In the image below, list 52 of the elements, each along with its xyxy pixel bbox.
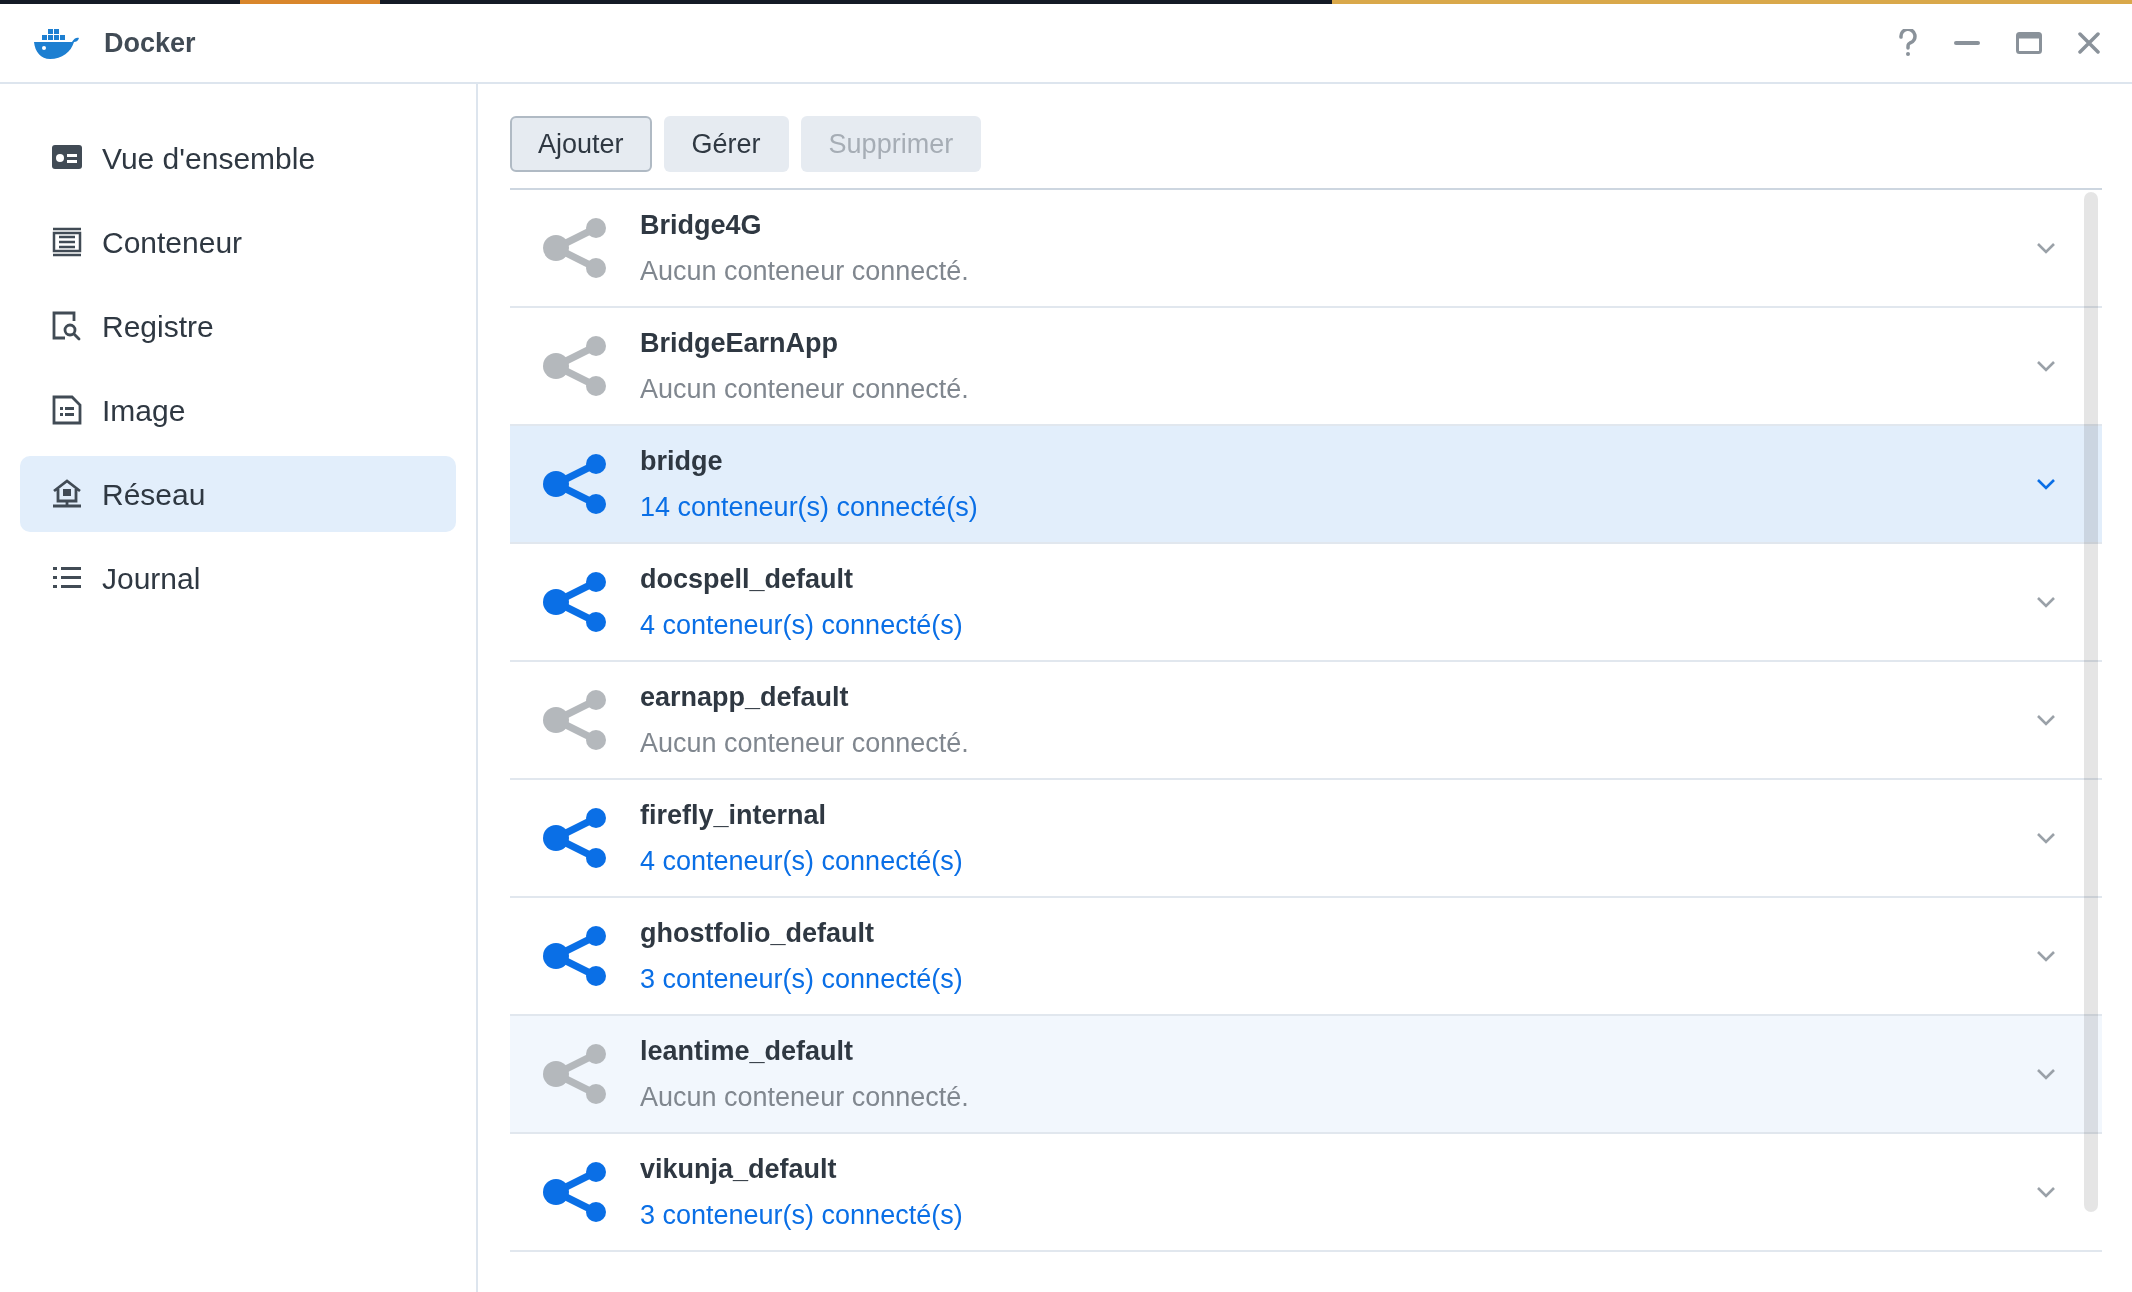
- network-name: Bridge4G: [640, 208, 762, 242]
- minimize-icon[interactable]: [1954, 41, 1980, 45]
- network-row[interactable]: firefly_internal 4 conteneur(s) connecté(s): [510, 780, 2102, 898]
- network-status: Aucun conteneur connecté.: [640, 727, 969, 760]
- sidebar-item[interactable]: Journal: [20, 540, 456, 616]
- network-name: vikunja_default: [640, 1152, 837, 1186]
- network-status: 4 conteneur(s) connecté(s): [640, 845, 963, 878]
- maximize-icon[interactable]: [2016, 32, 2042, 54]
- chevron-down-icon[interactable]: [2036, 360, 2056, 372]
- network-row[interactable]: bridge 14 conteneur(s) connecté(s): [510, 426, 2102, 544]
- network-name: docspell_default: [640, 562, 854, 596]
- network-status: Aucun conteneur connecté.: [640, 373, 969, 406]
- sidebar-item[interactable]: Image: [20, 372, 456, 448]
- chevron-down-icon[interactable]: [2036, 242, 2056, 254]
- chevron-down-icon[interactable]: [2036, 1068, 2056, 1080]
- list-panel-icon: [50, 226, 84, 258]
- network-row[interactable]: leantime_default Aucun conteneur connecté.: [510, 1016, 2102, 1134]
- sidebar-item[interactable]: Conteneur: [20, 204, 456, 280]
- network-row[interactable]: vikunja_default 3 conteneur(s) connecté(s): [510, 1134, 2102, 1252]
- chevron-down-icon[interactable]: [2036, 478, 2056, 490]
- chevron-down-icon[interactable]: [2036, 596, 2056, 608]
- network-status: Aucun conteneur connecté.: [640, 1081, 969, 1114]
- network-name: bridge: [640, 444, 723, 478]
- window-title: Docker: [104, 26, 196, 60]
- network-status: 3 conteneur(s) connecté(s): [640, 963, 963, 996]
- network-row[interactable]: earnapp_default Aucun conteneur connecté.: [510, 662, 2102, 780]
- network-name: BridgeEarnApp: [640, 326, 839, 360]
- chevron-down-icon[interactable]: [2036, 1186, 2056, 1198]
- chevron-down-icon[interactable]: [2036, 950, 2056, 962]
- scrollbar[interactable]: [2084, 192, 2098, 1212]
- house-network-icon: [50, 478, 84, 510]
- network-name: firefly_internal: [640, 798, 827, 832]
- network-status: 14 conteneur(s) connecté(s): [640, 491, 978, 524]
- network-name: ghostfolio_default: [640, 916, 874, 950]
- network-name: earnapp_default: [640, 680, 849, 714]
- toolbar-button[interactable]: Gérer: [663, 116, 789, 172]
- network-status: Aucun conteneur connecté.: [640, 255, 969, 288]
- close-icon[interactable]: [2078, 32, 2100, 54]
- document-list-icon: [50, 394, 84, 426]
- chevron-down-icon[interactable]: [2036, 832, 2056, 844]
- sidebar-item[interactable]: Vue d'ensemble: [20, 120, 456, 196]
- chevron-down-icon[interactable]: [2036, 714, 2056, 726]
- toolbar-button[interactable]: Ajouter: [510, 116, 652, 172]
- network-row[interactable]: docspell_default 4 conteneur(s) connecté(s): [510, 544, 2102, 662]
- sidebar-item[interactable]: Registre: [20, 288, 456, 364]
- help-icon[interactable]: [1898, 29, 1918, 57]
- network-row[interactable]: Bridge4G Aucun conteneur connecté.: [510, 190, 2102, 308]
- sidebar-item[interactable]: Réseau: [20, 456, 456, 532]
- network-name: leantime_default: [640, 1034, 854, 1068]
- whale-logo-icon: [32, 26, 80, 60]
- network-status: 4 conteneur(s) connecté(s): [640, 609, 963, 642]
- network-status: 3 conteneur(s) connecté(s): [640, 1199, 963, 1232]
